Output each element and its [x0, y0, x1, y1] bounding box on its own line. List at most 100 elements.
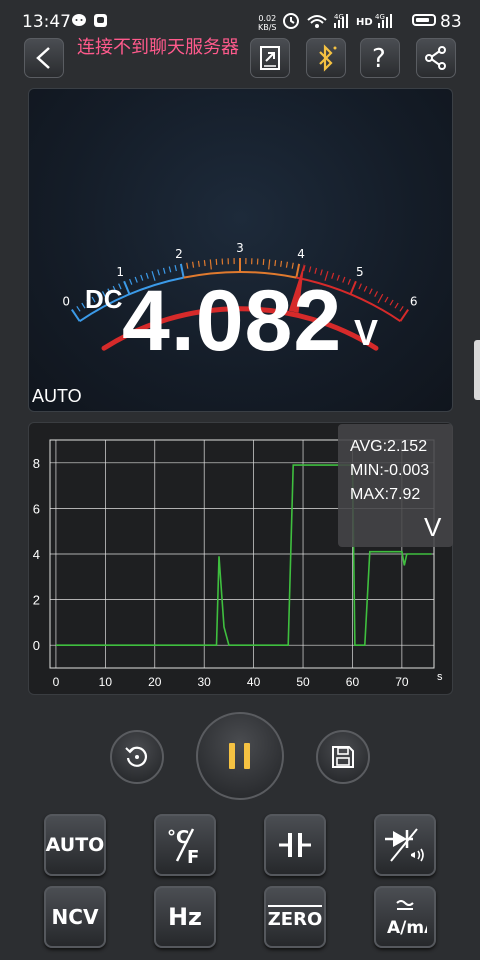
capacitor-icon — [279, 833, 311, 857]
gauge-tick — [71, 308, 81, 322]
gauge-tick — [394, 302, 399, 309]
x-tick-label: 20 — [148, 675, 162, 689]
stat-max: MAX:7.92 — [350, 486, 421, 503]
share-button[interactable] — [416, 38, 456, 78]
diode-continuity-key[interactable] — [374, 814, 436, 876]
zero-key-label: ZERO — [267, 904, 323, 930]
mode-label: DC — [85, 284, 123, 314]
gauge-tick — [342, 276, 346, 283]
rotate-ccw-icon — [125, 746, 148, 767]
gauge-tick — [203, 260, 206, 267]
reading-unit: V — [354, 312, 379, 353]
back-button[interactable] — [24, 38, 64, 78]
x-unit-label: s — [437, 671, 443, 683]
gauge-label: 3 — [236, 241, 244, 255]
gauge-label: 6 — [410, 294, 418, 308]
svg-text:4G: 4G — [375, 13, 385, 21]
svg-text:A/mA: A/mA — [387, 918, 427, 938]
net-speed: 0.02 KB/S — [258, 14, 277, 32]
gauge-tick — [399, 305, 404, 312]
net-speed-unit: KB/S — [258, 23, 277, 32]
svg-text:?: ? — [372, 44, 386, 72]
floppy-disk-icon — [332, 746, 354, 768]
bluetooth-button[interactable] — [306, 38, 346, 78]
gauge-tick — [368, 288, 373, 295]
pause-button[interactable] — [196, 712, 284, 800]
gauge-tick — [285, 261, 288, 268]
gauge-label: 2 — [175, 247, 183, 261]
stat-min: MIN:-0.003 — [350, 462, 430, 479]
frequency-key[interactable]: Hz — [154, 886, 216, 948]
export-button[interactable] — [250, 38, 290, 78]
gauge-tick — [76, 305, 81, 312]
gauge-tick — [192, 261, 195, 268]
battery-icon — [412, 14, 436, 26]
gauge-label: 0 — [62, 294, 70, 308]
gauge-tick — [291, 262, 294, 269]
auto-key[interactable]: AUTO — [44, 814, 106, 876]
gauge-tick — [347, 278, 351, 285]
x-tick-label: 30 — [198, 675, 212, 689]
svg-text:HD: HD — [356, 17, 373, 28]
svg-text:F: F — [187, 847, 199, 867]
zero-key[interactable]: ZERO — [264, 886, 326, 948]
edge-handle[interactable] — [474, 340, 480, 400]
ac-current-icon: A/mA — [387, 900, 427, 938]
range-label: AUTO — [32, 386, 82, 406]
gauge-tick — [349, 280, 357, 295]
x-tick-label: 60 — [346, 675, 360, 689]
y-tick-label: 2 — [33, 593, 40, 608]
gauge-tick — [268, 259, 271, 270]
status-bar: 13:47 0.02 KB/S 4G HD 4G 83 — [0, 0, 480, 40]
status-icons: 4G HD 4G — [283, 13, 392, 29]
export-icon — [260, 46, 280, 70]
chevron-left-icon — [36, 47, 50, 69]
auto-key-label: AUTO — [45, 834, 105, 856]
page-title: 连接不到聊天服务器 — [77, 37, 239, 57]
bluetooth-icon — [319, 44, 337, 72]
capacitance-key[interactable] — [264, 814, 326, 876]
gauge-tick — [377, 293, 384, 304]
x-tick-label: 70 — [395, 675, 409, 689]
gauge-label: 5 — [356, 265, 364, 279]
notification-icons — [72, 14, 107, 27]
y-tick-label: 4 — [33, 547, 40, 562]
temperature-key[interactable]: °C F — [154, 814, 216, 876]
diode-buzzer-icon — [385, 828, 424, 862]
x-tick-label: 50 — [296, 675, 310, 689]
status-time: 13:47 — [22, 12, 71, 32]
ncv-key-label: NCV — [51, 905, 99, 929]
reset-button[interactable] — [110, 730, 164, 784]
x-tick-label: 0 — [53, 675, 60, 689]
stat-avg: AVG:2.152 — [350, 438, 428, 455]
battery-percent: 83 — [440, 12, 462, 32]
question-icon: ? — [372, 44, 386, 72]
x-tick-label: 10 — [99, 675, 113, 689]
gauge-tick — [186, 262, 189, 269]
pause-icon — [229, 743, 250, 769]
y-tick-label: 8 — [33, 456, 40, 471]
gauge-tick — [209, 259, 212, 270]
save-button[interactable] — [316, 730, 370, 784]
gauge-tick — [389, 299, 394, 306]
x-tick-label: 40 — [247, 675, 261, 689]
gauge-tick — [358, 283, 362, 290]
frequency-key-label: Hz — [167, 903, 203, 931]
gauge-tick — [274, 260, 277, 267]
net-speed-value: 0.02 — [258, 14, 277, 23]
gauge-tick — [363, 285, 368, 292]
stats-overlay: AVG:2.152 MIN:-0.003 MAX:7.92 V — [338, 424, 453, 547]
y-tick-label: 6 — [33, 501, 40, 516]
gauge-tick — [399, 308, 409, 322]
y-tick-label: 0 — [33, 638, 40, 653]
current-key[interactable]: A/mA — [374, 886, 436, 948]
stat-unit: V — [424, 512, 442, 542]
ncv-key[interactable]: NCV — [44, 886, 106, 948]
help-button[interactable]: ? — [360, 38, 400, 78]
share-icon — [425, 46, 446, 70]
gauge-tick — [374, 291, 379, 297]
gauge-tick — [174, 264, 177, 272]
gauge-tick — [280, 260, 283, 267]
gauge-label: 4 — [297, 247, 305, 261]
gauge-tick — [197, 260, 200, 267]
